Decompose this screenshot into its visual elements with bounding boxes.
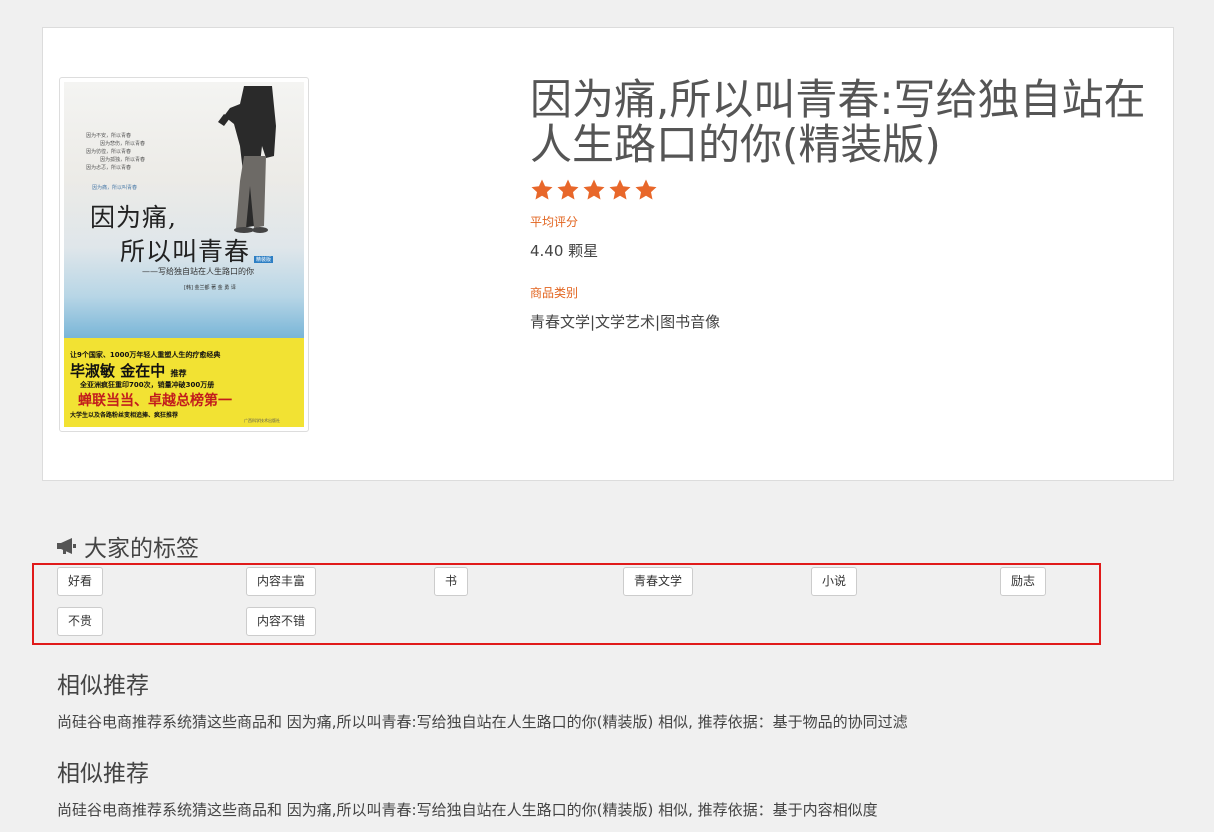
tag-button[interactable]: 书 [434,567,469,596]
tag-button[interactable]: 励志 [1000,567,1047,596]
cover-authors: [韩] 金兰都 著 金 勇 译 [184,285,236,291]
product-title: 因为痛,所以叫青春:写给独自站在人生路口的你(精装版) [530,75,1146,169]
category-label: 商品类别 [530,286,579,300]
product-cover-image[interactable]: 因为不安，所以青春 因为悲伤，所以青春 因为彷徨，所以青春 因为孤独，所以青春 … [59,77,309,432]
tags-highlight-box: 好看 内容丰富 书 青春文学 小说 励志 不贵 内容不错 [32,563,1101,645]
tags-section: 大家的标签 [56,529,1116,563]
star-icon [557,179,579,200]
cover-poem-line: 因为悲伤，所以青春 [100,141,146,147]
tags-heading: 大家的标签 [56,529,1116,563]
recommendation-title: 相似推荐 [57,673,149,699]
tag-button[interactable]: 青春文学 [623,567,694,596]
cover-poem-line: 因为孤独，所以青春 [100,157,146,163]
cover-subtitle: ——写给独自站在人生路口的你 [142,267,254,276]
recommendation-description: 尚硅谷电商推荐系统猜这些商品和 因为痛,所以叫青春:写给独自站在人生路口的你(精… [57,801,878,819]
tags-title: 大家的标签 [84,536,199,562]
cover-tiny-text: 因为痛，所以叫青春 [92,185,138,191]
tag-button[interactable]: 内容丰富 [246,567,317,596]
cover-title-line2: 所以叫青春 [120,237,251,266]
star-icon [609,179,631,200]
bullhorn-icon [57,538,76,554]
cover-edition-badge: 精装版 [254,256,274,263]
cover-poem-line: 因为不安，所以青春 [86,133,132,139]
rating-value: 4.40 颗星 [530,242,599,260]
recommendation-section: 相似推荐 尚硅谷电商推荐系统猜这些商品和 因为痛,所以叫青春:写给独自站在人生路… [57,754,878,820]
promo-endorsers: 毕淑敏 金在中 [70,362,166,380]
cover-title-line1: 因为痛, [90,203,177,232]
star-icon [583,179,605,200]
recommendation-title: 相似推荐 [57,761,149,787]
tag-button[interactable]: 不贵 [57,607,104,636]
cover-poem-line: 因为彷徨，所以青春 [86,149,132,155]
promo-headline: 蝉联当当、卓越总榜第一 [78,393,232,409]
star-icon [531,179,553,200]
rating-label: 平均评分 [530,215,579,229]
cover-publisher: 广西科学技术出版社 [244,418,280,423]
promo-suffix: 推荐 [170,369,187,378]
book-cover-art: 因为不安，所以青春 因为悲伤，所以青春 因为彷徨，所以青春 因为孤独，所以青春 … [64,82,304,427]
promo-line: 大学生以及各路粉丝变相追捧、疯狂推荐 [70,412,179,419]
cover-poem-line: 因为忐忑，所以青春 [86,165,132,171]
promo-line: 毕淑敏 金在中 推荐 [70,360,186,381]
tag-button[interactable]: 小说 [811,567,858,596]
rating-stars [530,178,1150,206]
product-card: 因为不安，所以青春 因为悲伤，所以青春 因为彷徨，所以青春 因为孤独，所以青春 … [42,27,1174,481]
promo-line: 让9个国家、1000万年轻人重塑人生的疗愈经典 [70,351,221,359]
category-value: 青春文学|文学艺术|图书音像 [530,313,721,331]
cover-promo-band: 让9个国家、1000万年轻人重塑人生的疗愈经典 毕淑敏 金在中 推荐 全亚洲疯狂… [64,338,304,427]
tag-button[interactable]: 好看 [57,567,104,596]
walking-figure-illustration [218,86,276,233]
recommendation-description: 尚硅谷电商推荐系统猜这些商品和 因为痛,所以叫青春:写给独自站在人生路口的你(精… [57,713,908,731]
product-info: 因为痛,所以叫青春:写给独自站在人生路口的你(精装版) 平均评分 4.40 颗星… [530,77,1150,332]
tag-button[interactable]: 内容不错 [246,607,317,636]
recommendation-section: 相似推荐 尚硅谷电商推荐系统猜这些商品和 因为痛,所以叫青春:写给独自站在人生路… [57,666,908,732]
star-icon [635,179,657,200]
promo-line: 全亚洲疯狂重印700次，销量冲破300万册 [80,381,215,389]
cover-poem: 因为不安，所以青春 因为悲伤，所以青春 因为彷徨，所以青春 因为孤独，所以青春 … [86,132,176,172]
